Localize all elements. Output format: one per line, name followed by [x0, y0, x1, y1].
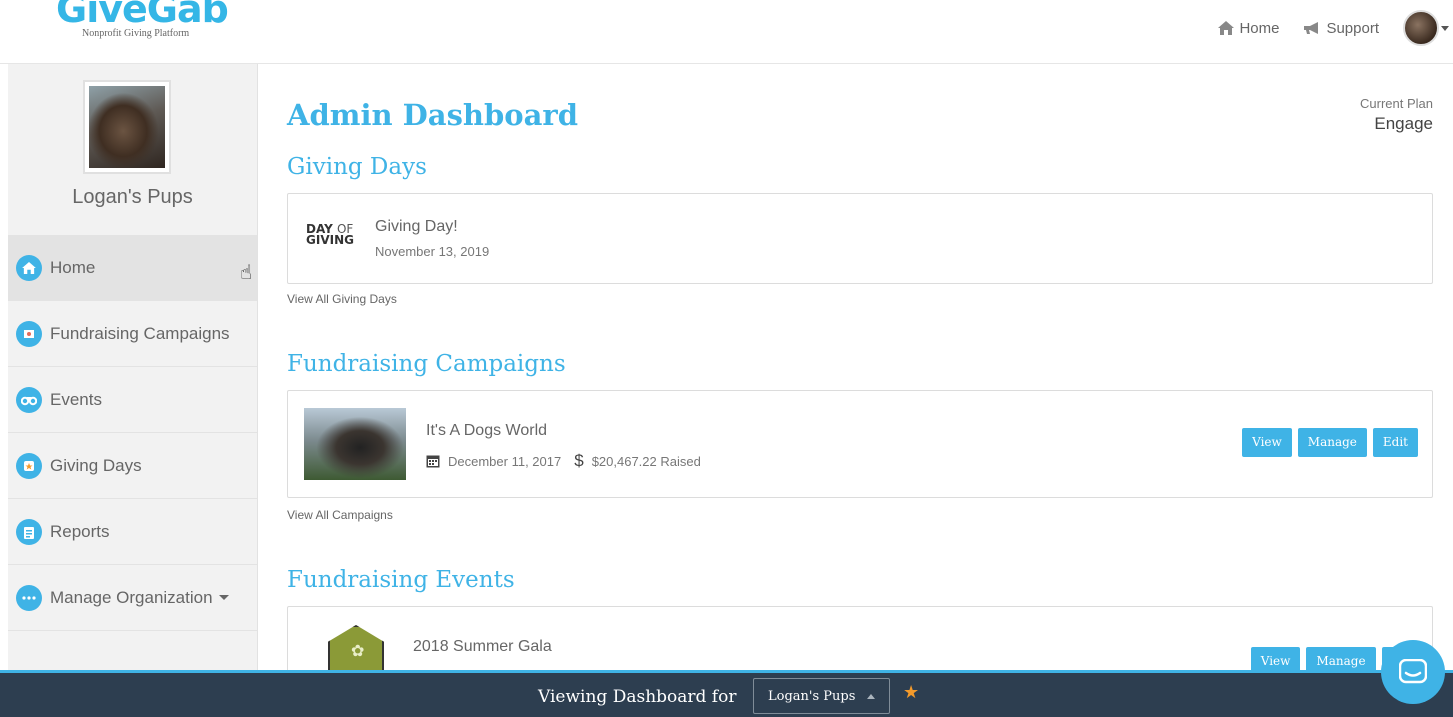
chat-icon	[1399, 659, 1427, 684]
calendar-icon	[426, 455, 440, 468]
megaphone-icon	[1304, 22, 1319, 34]
hand-cursor-icon: ☝	[240, 262, 253, 284]
campaign-raised: $20,467.22 Raised	[591, 453, 701, 469]
view-button[interactable]: View	[1242, 428, 1292, 457]
top-nav-support-label: Support	[1326, 19, 1379, 37]
organization-select[interactable]: Logan's Pups	[753, 678, 891, 714]
sidebar-item-home[interactable]: Home	[8, 235, 257, 301]
givegab-logo[interactable]: GiveGab Nonprofit Giving Platform	[56, 0, 229, 39]
binoculars-icon	[16, 386, 42, 413]
campaign-flag-icon	[16, 320, 42, 347]
viewing-label: Viewing Dashboard for	[538, 687, 737, 707]
sidebar-nav: Home Fundraising Campaigns Events Giving…	[8, 235, 257, 631]
campaign-date: December 11, 2017	[448, 453, 562, 469]
top-nav-home-label: Home	[1239, 19, 1280, 37]
day-of-giving-logo: DAY OF GIVING	[306, 223, 354, 247]
current-plan: Current Plan Engage	[1360, 96, 1433, 134]
sidebar-item-label: Fundraising Campaigns	[50, 323, 230, 343]
more-dots-icon	[16, 584, 42, 611]
favorite-star-icon[interactable]: ★	[903, 682, 919, 703]
campaign-title[interactable]: It's A Dogs World	[426, 422, 547, 440]
chat-launcher-button[interactable]	[1381, 640, 1445, 704]
edit-button[interactable]: Edit	[1372, 428, 1418, 457]
giving-day-icon	[16, 452, 42, 479]
plan-label: Current Plan	[1360, 96, 1433, 111]
plan-value: Engage	[1374, 114, 1433, 133]
top-nav-home-link[interactable]: Home	[1218, 20, 1279, 37]
giving-day-date: November 13, 2019	[375, 244, 490, 259]
sidebar-item-fundraising-campaigns[interactable]: Fundraising Campaigns	[8, 301, 257, 367]
view-all-giving-days-link[interactable]: View All Giving Days	[287, 292, 397, 306]
giving-day-card[interactable]: DAY OF GIVING Giving Day! November 13, 2…	[287, 193, 1433, 284]
sidebar-item-giving-days[interactable]: Giving Days	[8, 433, 257, 499]
sidebar: Logan's Pups Home Fundraising Campaigns …	[8, 64, 258, 670]
paw-icon: ✿	[351, 643, 365, 660]
sidebar-item-manage-organization[interactable]: Manage Organization	[8, 565, 257, 631]
sidebar-item-label: Events	[50, 389, 102, 409]
user-avatar[interactable]	[1403, 10, 1439, 46]
org-name: Logan's Pups	[72, 186, 193, 208]
caret-down-icon	[218, 595, 229, 600]
fundraising-events-heading: Fundraising Events	[287, 567, 515, 593]
campaign-meta: December 11, 2017 $ $20,467.22 Raised	[426, 451, 701, 471]
event-title[interactable]: 2018 Summer Gala	[413, 638, 552, 656]
caret-up-icon	[867, 693, 876, 699]
sidebar-item-label: Manage Organization	[50, 587, 213, 607]
dollar-icon: $	[574, 451, 584, 470]
chevron-down-icon[interactable]	[1441, 25, 1449, 31]
page-title: Admin Dashboard	[287, 98, 578, 132]
organization-select-value: Logan's Pups	[768, 688, 856, 704]
campaign-actions: View Manage Edit	[1236, 428, 1418, 457]
dashboard-switcher-bar: Viewing Dashboard for Logan's Pups ★	[0, 670, 1453, 717]
sidebar-item-events[interactable]: Events	[8, 367, 257, 433]
campaign-card: It's A Dogs World December 11, 2017 $ $2…	[287, 390, 1433, 498]
fundraising-campaigns-heading: Fundraising Campaigns	[287, 351, 566, 377]
top-nav: Home Support	[1218, 10, 1453, 46]
clipboard-icon	[16, 518, 42, 545]
home-icon	[16, 254, 42, 281]
sidebar-item-label: Home	[50, 257, 96, 277]
top-nav-support-link[interactable]: Support	[1303, 20, 1379, 37]
giving-days-heading: Giving Days	[287, 154, 427, 180]
home-icon	[1218, 21, 1235, 35]
org-avatar	[83, 80, 171, 174]
view-all-campaigns-link[interactable]: View All Campaigns	[287, 508, 393, 522]
top-header: GiveGab Nonprofit Giving Platform Home S…	[0, 0, 1453, 64]
sidebar-item-reports[interactable]: Reports	[8, 499, 257, 565]
manage-button[interactable]: Manage	[1297, 428, 1367, 457]
sidebar-item-label: Reports	[50, 521, 110, 541]
giving-day-title[interactable]: Giving Day!	[375, 218, 458, 236]
sidebar-item-label: Giving Days	[50, 455, 142, 475]
campaign-image	[304, 408, 406, 480]
logo-giving-text: GIVING	[306, 233, 354, 247]
